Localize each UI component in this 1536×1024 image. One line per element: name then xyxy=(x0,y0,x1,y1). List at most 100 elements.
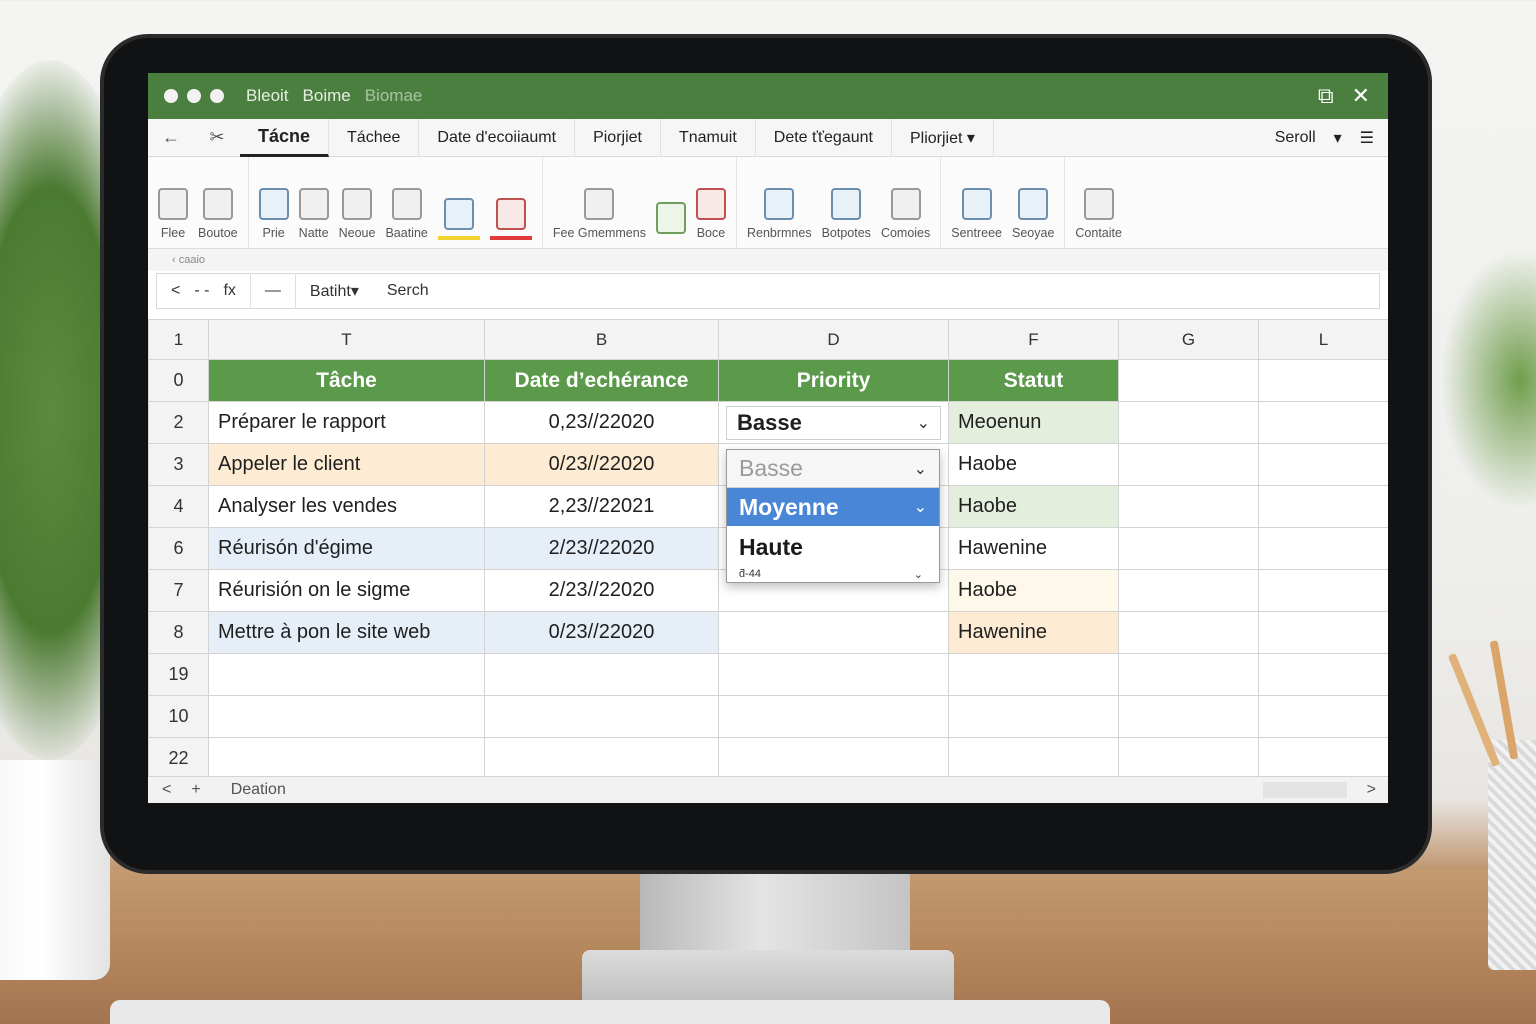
next-sheet-icon[interactable]: > xyxy=(1367,781,1376,799)
close-icon[interactable]: ✕ xyxy=(1352,85,1370,107)
dropdown-option-moyenne[interactable]: Moyenne ⌄ xyxy=(727,488,939,526)
status-cell[interactable]: Hawenine xyxy=(948,611,1119,654)
cell[interactable] xyxy=(1258,569,1388,612)
minus-icon[interactable]: — xyxy=(265,282,281,300)
cell[interactable] xyxy=(1118,401,1259,444)
ribbon-tool[interactable]: Seoyae xyxy=(1012,188,1054,240)
ribbon-tool[interactable]: Contaite xyxy=(1075,188,1122,240)
cell[interactable] xyxy=(1118,695,1259,738)
formula-input[interactable]: Serch xyxy=(373,282,429,300)
add-sheet-icon[interactable]: + xyxy=(191,781,200,799)
back-icon[interactable]: < xyxy=(171,282,180,300)
cell[interactable] xyxy=(1258,611,1388,654)
sheet-tab[interactable]: Deation xyxy=(231,781,286,799)
cell[interactable] xyxy=(1118,485,1259,528)
row-number[interactable]: 19 xyxy=(148,653,209,696)
row-number[interactable]: 7 xyxy=(148,569,209,612)
cell[interactable] xyxy=(948,737,1119,780)
column-header[interactable]: 1 xyxy=(148,319,209,360)
breadcrumb-item[interactable]: Bleoit xyxy=(246,86,289,106)
ribbon-tool[interactable]: Flee xyxy=(158,188,188,240)
tab-traitement[interactable]: Tnamuit xyxy=(661,118,756,157)
cell[interactable] xyxy=(1118,611,1259,654)
ribbon-tool[interactable]: Botpotes xyxy=(822,188,871,240)
cell[interactable] xyxy=(1118,359,1259,402)
cell[interactable] xyxy=(1118,653,1259,696)
status-cell[interactable]: Meoenun xyxy=(948,401,1119,444)
collapse-label[interactable]: ‹ caaio xyxy=(172,254,205,266)
cell[interactable] xyxy=(484,653,719,696)
dash-icon[interactable]: - - xyxy=(194,282,209,300)
status-cell[interactable]: Haobe xyxy=(948,485,1119,528)
cell[interactable] xyxy=(1118,443,1259,486)
ribbon-tool[interactable]: Comoies xyxy=(881,188,930,240)
cell[interactable] xyxy=(1118,569,1259,612)
cell[interactable] xyxy=(1258,443,1388,486)
column-header[interactable]: B xyxy=(484,319,719,360)
priority-cell[interactable]: Basse ⌄ xyxy=(718,401,949,444)
row-number[interactable]: 2 xyxy=(148,401,209,444)
chevron-down-icon[interactable]: ⌄ xyxy=(914,568,923,581)
cell[interactable] xyxy=(208,695,485,738)
column-header[interactable]: F xyxy=(948,319,1119,360)
cell[interactable] xyxy=(1258,653,1388,696)
name-box[interactable]: Batiht▾ xyxy=(296,273,373,309)
column-header[interactable]: T xyxy=(208,319,485,360)
header-cell-date[interactable]: Date d’echérance xyxy=(484,359,719,402)
column-header[interactable]: G xyxy=(1118,319,1259,360)
tab-priorite[interactable]: Piorjiet xyxy=(575,118,661,157)
cell[interactable] xyxy=(1118,737,1259,780)
chevron-down-icon[interactable]: ▾ xyxy=(1334,128,1342,148)
status-cell[interactable]: Haobe xyxy=(948,569,1119,612)
cell[interactable] xyxy=(1118,527,1259,570)
cell[interactable] xyxy=(718,737,949,780)
ribbon-tool[interactable]: Boutoe xyxy=(198,188,238,240)
date-cell[interactable]: 0/23//22020 xyxy=(484,611,719,654)
header-cell-priority[interactable]: Priority xyxy=(718,359,949,402)
row-number[interactable]: 22 xyxy=(148,737,209,780)
tab-date-frequent[interactable]: Dete ťťegaunt xyxy=(756,118,892,157)
ribbon-tool[interactable]: Neoue xyxy=(339,188,375,240)
horizontal-scrollbar[interactable] xyxy=(1262,782,1347,798)
priority-cell[interactable] xyxy=(718,611,949,654)
status-cell[interactable]: Hawenine xyxy=(948,527,1119,570)
cell[interactable] xyxy=(1258,359,1388,402)
tab-priorite-dropdown[interactable]: Pliorjiet ▾ xyxy=(892,118,994,157)
cell[interactable] xyxy=(1258,527,1388,570)
back-arrow-icon[interactable]: ← xyxy=(148,127,194,148)
font-color-tool[interactable] xyxy=(489,198,532,240)
tab-date-echeance[interactable]: Date d'ecoiiaumt xyxy=(419,118,576,157)
tab-tachee[interactable]: Táchee xyxy=(329,118,420,157)
row-number[interactable]: 3 xyxy=(148,443,209,486)
tab-tache[interactable]: Tácne xyxy=(240,118,330,157)
ribbon-tool[interactable]: Prie xyxy=(258,188,289,240)
ribbon-tool[interactable]: Fee Gmemmens xyxy=(553,188,646,240)
ribbon-tool[interactable]: Boce xyxy=(695,188,726,240)
cell[interactable] xyxy=(208,653,485,696)
hamburger-menu-icon[interactable]: ☰ xyxy=(1360,128,1374,148)
task-cell[interactable]: Mettre à pon le site web xyxy=(208,611,485,654)
task-cell[interactable]: Réurisón d'égime xyxy=(208,527,485,570)
scroll-menu[interactable]: Seroll xyxy=(1275,129,1316,147)
cell[interactable] xyxy=(484,695,719,738)
date-cell[interactable]: 2/23//22020 xyxy=(484,527,719,570)
cell[interactable] xyxy=(948,653,1119,696)
breadcrumb-item[interactable]: Boime xyxy=(303,86,351,106)
task-cell[interactable]: Réurisión on le sigme xyxy=(208,569,485,612)
cell[interactable] xyxy=(1258,737,1388,780)
task-cell[interactable]: Appeler le client xyxy=(208,443,485,486)
dropdown-current-value[interactable]: Basse ⌄ xyxy=(727,450,939,488)
ribbon-tool[interactable]: Renbrmnes xyxy=(747,188,812,240)
row-number[interactable]: 8 xyxy=(148,611,209,654)
ribbon-tool[interactable]: Natte xyxy=(298,188,329,240)
cell[interactable] xyxy=(718,653,949,696)
date-cell[interactable]: 0/23//22020 xyxy=(484,443,719,486)
status-cell[interactable]: Haobe xyxy=(948,443,1119,486)
row-number[interactable]: 10 xyxy=(148,695,209,738)
column-header[interactable]: L xyxy=(1258,319,1388,360)
cell[interactable] xyxy=(208,737,485,780)
priority-select[interactable]: Basse ⌄ xyxy=(726,405,941,440)
minimize-dot[interactable] xyxy=(187,89,201,103)
cell[interactable] xyxy=(948,695,1119,738)
scissors-icon[interactable]: ✂ xyxy=(194,127,240,148)
